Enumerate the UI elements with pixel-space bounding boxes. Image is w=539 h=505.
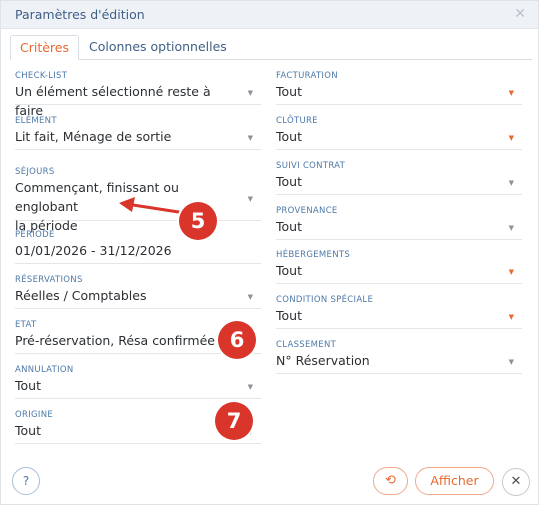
facturation-label: FACTURATION: [276, 71, 338, 81]
tab-colonnes-optionnelles[interactable]: Colonnes optionnelles: [80, 35, 236, 60]
provenance-label: PROVENANCE: [276, 206, 338, 216]
provenance-field[interactable]: PROVENANCE Tout ▼: [276, 205, 522, 240]
reservations-value: Réelles / Comptables: [15, 288, 147, 303]
periode-label: PÉRIODE: [15, 230, 55, 240]
chevron-down-icon: ▼: [247, 195, 253, 203]
classement-field[interactable]: CLASSEMENT N° Réservation ▼: [276, 339, 522, 374]
edit-settings-dialog: Paramètres d'édition ✕ Critères Colonnes…: [0, 0, 539, 505]
condition-speciale-value: Tout: [276, 308, 302, 323]
suivi-contrat-value: Tout: [276, 174, 302, 189]
sejours-field[interactable]: SÉJOURS Commençant, finissant ou engloba…: [15, 166, 261, 233]
chevron-down-icon: ▼: [247, 293, 253, 301]
element-label: ELÉMENT: [15, 116, 57, 126]
cloture-field[interactable]: CLÔTURE Tout ▼: [276, 115, 522, 150]
condition-speciale-field[interactable]: CONDITION SPÉCIALE Tout ▼: [276, 294, 522, 329]
facturation-field[interactable]: FACTURATION Tout ▼: [276, 70, 522, 105]
suivi-contrat-label: SUIVI CONTRAT: [276, 161, 346, 171]
cloture-label: CLÔTURE: [276, 116, 318, 126]
step-badge-7: 7: [215, 402, 253, 440]
annulation-label: ANNULATION: [15, 365, 74, 375]
reservations-label: RÉSERVATIONS: [15, 275, 83, 285]
chevron-down-icon: ▼: [508, 358, 514, 366]
tab-criteres[interactable]: Critères: [10, 35, 79, 60]
annulation-field[interactable]: ANNULATION Tout ▼: [15, 364, 261, 399]
classement-value: N° Réservation: [276, 353, 370, 368]
annulation-value: Tout: [15, 378, 41, 393]
chevron-down-icon: ▼: [508, 89, 514, 97]
chevron-down-icon: ▼: [508, 224, 514, 232]
provenance-value: Tout: [276, 219, 302, 234]
chevron-down-icon: ▼: [508, 179, 514, 187]
dialog-title: Paramètres d'édition: [15, 7, 145, 22]
chevron-down-icon: ▼: [247, 383, 253, 391]
reservations-field[interactable]: RÉSERVATIONS Réelles / Comptables ▼: [15, 274, 261, 309]
periode-field[interactable]: PÉRIODE 01/01/2026 - 31/12/2026: [15, 229, 261, 264]
close-icon: ✕: [510, 474, 522, 489]
chevron-down-icon: ▼: [247, 134, 253, 142]
close-button[interactable]: ✕: [502, 468, 530, 496]
dialog-titlebar: Paramètres d'édition ✕: [1, 1, 538, 29]
element-value: Lit fait, Ménage de sortie: [15, 129, 172, 144]
checklist-field[interactable]: CHECK-LIST Un élément sélectionné reste …: [15, 70, 261, 118]
reset-button[interactable]: ⟲: [373, 467, 408, 495]
periode-value: 01/01/2026 - 31/12/2026: [15, 243, 172, 258]
condition-speciale-label: CONDITION SPÉCIALE: [276, 295, 374, 305]
help-button[interactable]: ?: [12, 467, 40, 495]
chevron-down-icon: ▼: [247, 89, 253, 97]
suivi-contrat-field[interactable]: SUIVI CONTRAT Tout ▼: [276, 160, 522, 195]
tab-bar: Critères Colonnes optionnelles: [10, 35, 532, 60]
classement-label: CLASSEMENT: [276, 340, 337, 350]
element-field[interactable]: ELÉMENT Lit fait, Ménage de sortie ▼: [15, 115, 261, 150]
sejours-label: SÉJOURS: [15, 167, 55, 177]
cloture-value: Tout: [276, 129, 302, 144]
apply-button[interactable]: Afficher: [415, 467, 494, 495]
sejours-value-line1: Commençant, finissant ou englobant: [15, 180, 179, 214]
hebergements-label: HÉBERGEMENTS: [276, 250, 351, 260]
chevron-down-icon: ▼: [508, 268, 514, 276]
chevron-down-icon: ▼: [508, 134, 514, 142]
close-icon[interactable]: ✕: [514, 6, 526, 22]
facturation-value: Tout: [276, 84, 302, 99]
chevron-down-icon: ▼: [508, 313, 514, 321]
hebergements-field[interactable]: HÉBERGEMENTS Tout ▼: [276, 249, 522, 284]
checklist-label: CHECK-LIST: [15, 71, 68, 81]
step-badge-5: 5: [179, 202, 217, 240]
hebergements-value: Tout: [276, 263, 302, 278]
step-badge-6: 6: [218, 321, 256, 359]
reset-icon: ⟲: [385, 473, 396, 488]
